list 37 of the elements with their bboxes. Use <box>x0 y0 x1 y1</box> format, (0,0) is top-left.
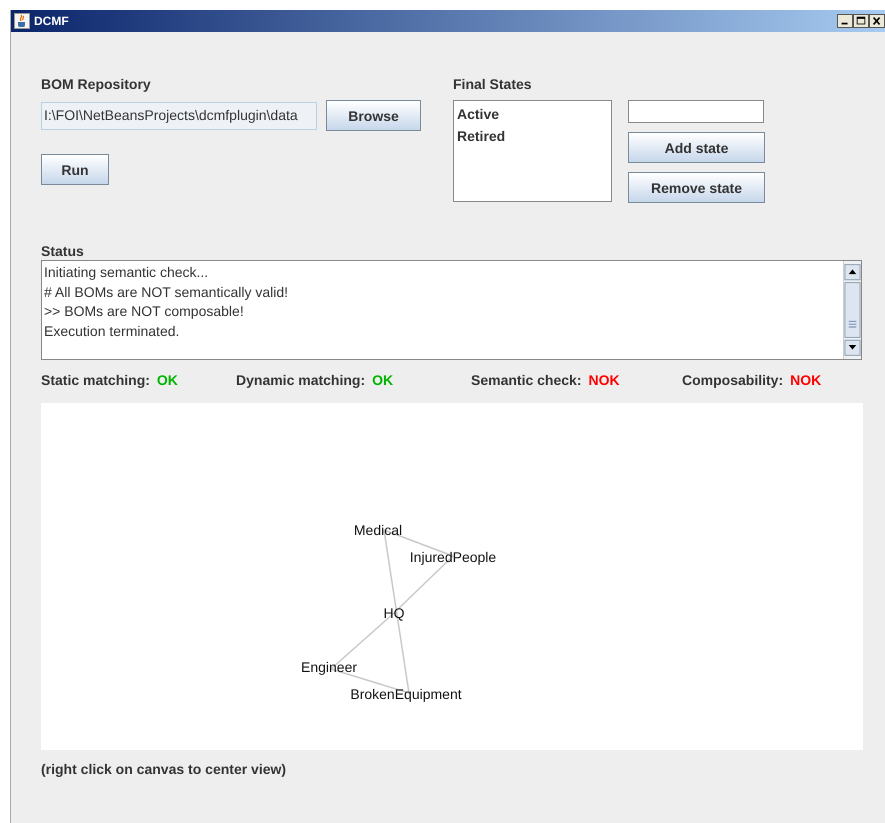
graph-node-label[interactable]: Engineer <box>300 659 358 675</box>
window-title: DCMF <box>34 13 69 30</box>
check-result: NOK <box>790 371 822 390</box>
status-text-area[interactable]: Initiating semantic check... # All BOMs are NOT semantically valid! >> BOMs are NOT composable! Execution terminated. <box>41 260 862 360</box>
bom-repository-label: BOM Repository <box>41 75 152 94</box>
vertical-scrollbar[interactable] <box>843 261 861 359</box>
state-list-item[interactable]: Retired <box>456 125 609 147</box>
status-line: Initiating semantic check... <box>44 263 208 282</box>
graph-node-label[interactable]: InjuredPeople <box>410 549 496 565</box>
close-button[interactable] <box>869 14 885 28</box>
graph-canvas[interactable]: Medical InjuredPeople HQ Engineer BrokenEquipment <box>41 403 863 750</box>
final-states-label: Final States <box>453 75 533 94</box>
check-label: Semantic check: <box>471 371 582 390</box>
check-result: OK <box>156 371 178 390</box>
browse-button[interactable]: Browse <box>326 100 421 131</box>
check-label: Composability: <box>682 371 784 390</box>
repository-path-field[interactable]: I:\FOI\NetBeansProjects\dcmfplugin\data <box>41 102 317 130</box>
canvas-hint-text: (right click on canvas to center view) <box>41 760 288 779</box>
java-cup-icon <box>14 13 30 29</box>
remove-state-button[interactable]: Remove state <box>628 172 765 203</box>
minimize-button[interactable] <box>837 14 853 28</box>
state-list-item[interactable]: Active <box>456 103 609 125</box>
graph-node-label[interactable]: Medical <box>354 522 402 538</box>
state-name-field[interactable] <box>628 100 764 123</box>
graph-node-label[interactable]: HQ <box>384 605 404 621</box>
graph-node-label[interactable]: BrokenEquipment <box>350 686 462 702</box>
check-label: Static matching: <box>41 371 150 390</box>
maximize-button[interactable] <box>853 14 869 28</box>
add-state-button[interactable]: Add state <box>628 132 765 163</box>
check-result: NOK <box>588 371 620 390</box>
status-label: Status <box>41 242 85 260</box>
check-result: OK <box>372 371 394 390</box>
status-line: # All BOMs are NOT semantically valid! <box>44 282 288 302</box>
run-button[interactable]: Run <box>41 154 109 185</box>
status-line: >> BOMs are NOT composable! <box>44 302 244 321</box>
status-line: Execution terminated. <box>44 322 180 340</box>
check-label: Dynamic matching: <box>236 371 366 390</box>
